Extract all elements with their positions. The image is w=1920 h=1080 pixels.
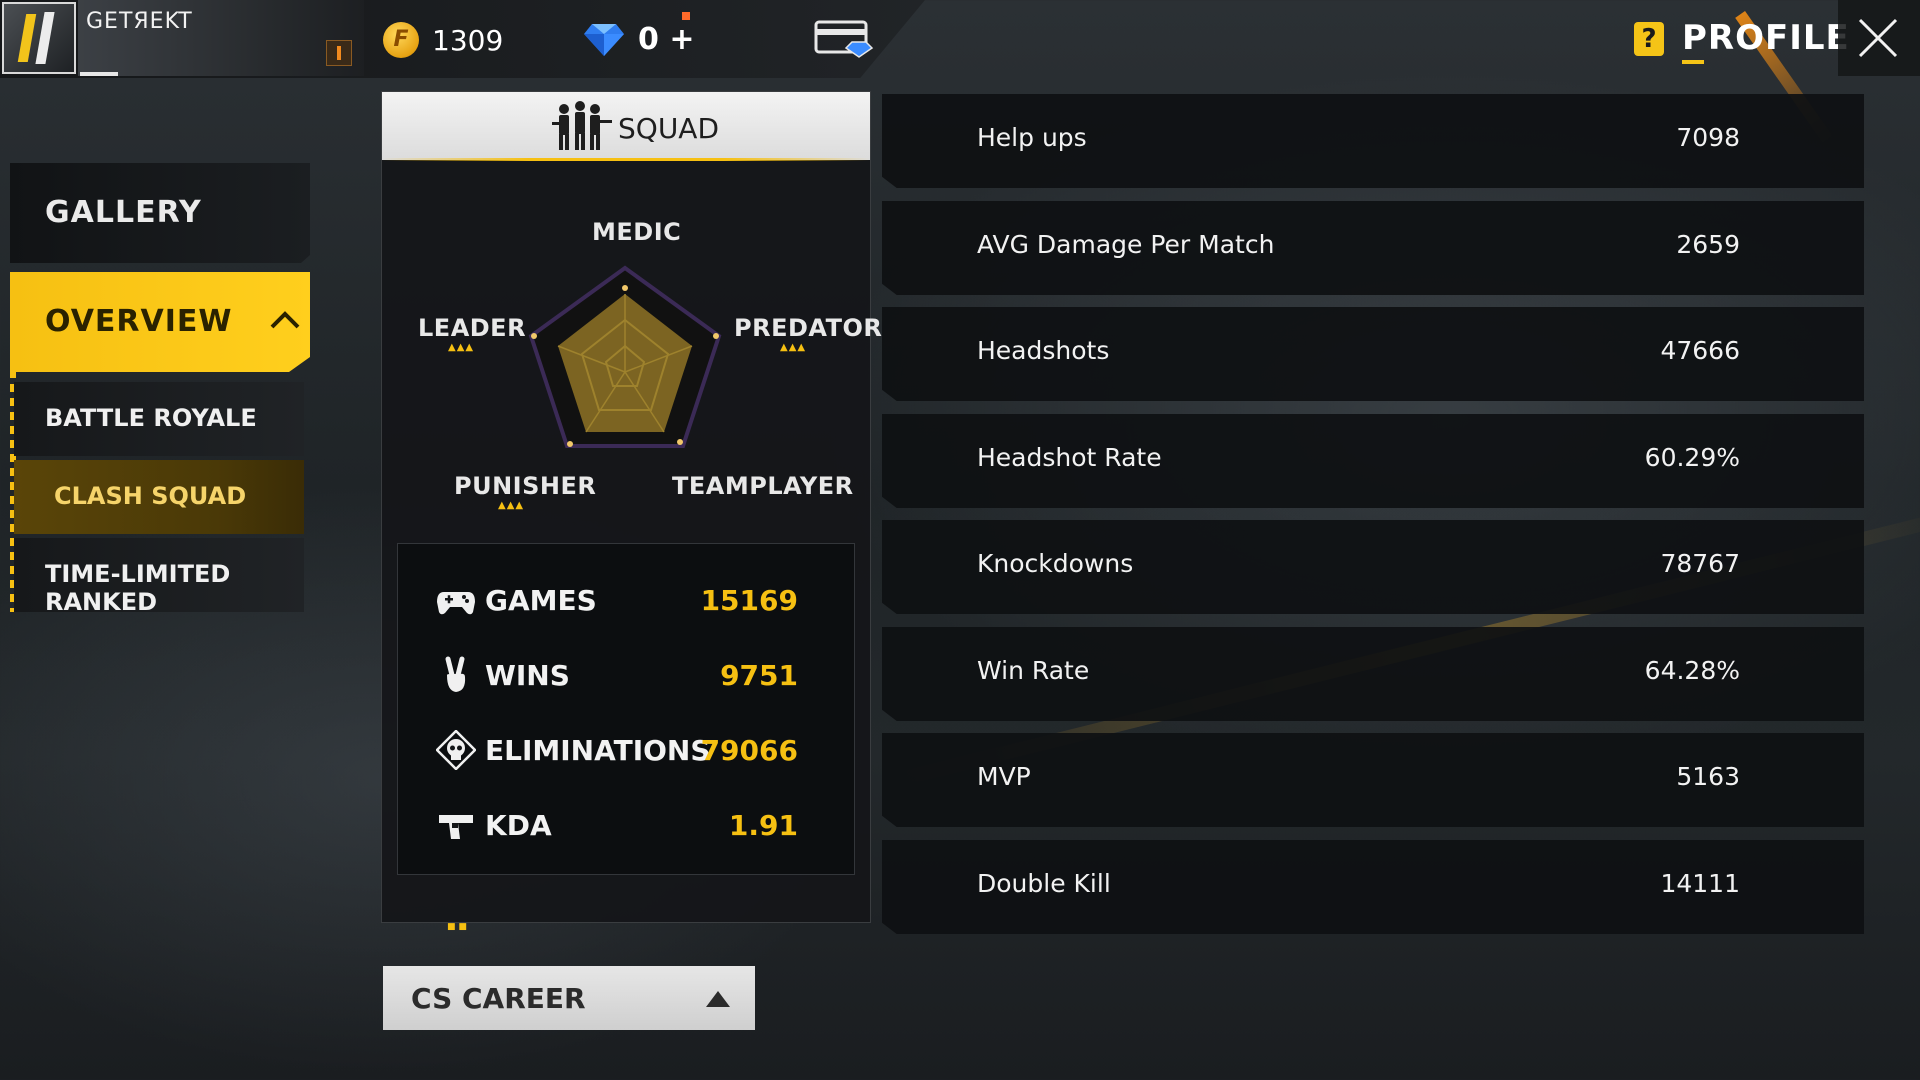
metric-value: 78767 bbox=[1660, 549, 1740, 578]
stat-label: ELIMINATIONS bbox=[485, 734, 711, 767]
stat-label: GAMES bbox=[485, 584, 597, 617]
metric-row-headshot-rate: Headshot Rate 60.29% bbox=[882, 414, 1864, 508]
metric-value: 7098 bbox=[1676, 123, 1740, 152]
stat-row-eliminations: ELIMINATIONS 79066 bbox=[398, 720, 854, 780]
gamepad-icon bbox=[437, 592, 475, 615]
metric-row-help-ups: Help ups 7098 bbox=[882, 94, 1864, 188]
metric-value: 47666 bbox=[1660, 336, 1740, 365]
metric-row-avg-damage: AVG Damage Per Match 2659 bbox=[882, 201, 1864, 295]
metric-row-win-rate: Win Rate 64.28% bbox=[882, 627, 1864, 721]
player-name: GETЯEKT bbox=[86, 9, 193, 34]
metric-row-knockdowns: Knockdowns 78767 bbox=[882, 520, 1864, 614]
tab-squad-underline bbox=[382, 158, 870, 161]
nav-battle-royale[interactable]: BATTLE ROYALE bbox=[14, 382, 304, 456]
gold-coin-icon: F bbox=[383, 22, 419, 58]
metric-value: 5163 bbox=[1676, 762, 1740, 791]
metric-label: Double Kill bbox=[977, 869, 1111, 898]
skull-icon bbox=[436, 730, 476, 770]
metric-label: Headshots bbox=[977, 336, 1110, 365]
nav-clash-squad[interactable]: CLASH SQUAD bbox=[14, 460, 304, 534]
panel-decoration-dots: ■ ■ bbox=[447, 922, 467, 932]
close-icon bbox=[1858, 18, 1898, 58]
nav-overview[interactable]: OVERVIEW bbox=[10, 272, 310, 372]
coin-balance: 1309 bbox=[432, 24, 504, 57]
metric-row-mvp: MVP 5163 bbox=[882, 733, 1864, 827]
role-teamplayer: TEAMPLAYER bbox=[672, 472, 854, 500]
metric-label: Win Rate bbox=[977, 656, 1090, 685]
stat-row-wins: WINS 9751 bbox=[398, 645, 854, 705]
help-icon[interactable]: ? bbox=[1634, 22, 1664, 56]
squad-icon bbox=[552, 101, 612, 150]
stat-label: KDA bbox=[485, 809, 552, 842]
diamond-balance[interactable]: 0 + bbox=[638, 22, 694, 57]
diamond-count: 0 bbox=[638, 22, 659, 57]
metric-value: 2659 bbox=[1676, 230, 1740, 259]
stat-row-kda: KDA 1.91 bbox=[398, 795, 854, 855]
nav-overview-label: OVERVIEW bbox=[45, 304, 233, 339]
role-punisher-rank-icon: ▲▲▲ bbox=[498, 500, 525, 511]
stat-label: WINS bbox=[485, 659, 570, 692]
caret-up-icon bbox=[706, 991, 730, 1007]
nav-gallery[interactable]: GALLERY bbox=[10, 163, 310, 263]
role-leader-rank-icon: ▲▲▲ bbox=[448, 342, 475, 353]
chevron-up-icon bbox=[270, 311, 300, 329]
metric-label: Help ups bbox=[977, 123, 1087, 152]
nav-gallery-label: GALLERY bbox=[45, 195, 202, 230]
nav-time-limited-ranked[interactable]: TIME-LIMITED RANKED bbox=[14, 538, 304, 616]
metric-label: Headshot Rate bbox=[977, 443, 1162, 472]
playstyle-radar-chart bbox=[528, 265, 722, 448]
role-punisher: PUNISHER bbox=[454, 472, 597, 500]
tab-squad-label: SQUAD bbox=[618, 112, 720, 145]
metric-label: Knockdowns bbox=[977, 549, 1134, 578]
membership-card-icon[interactable] bbox=[814, 20, 874, 58]
nav-clash-squad-label: CLASH SQUAD bbox=[54, 482, 247, 510]
metric-row-headshots: Headshots 47666 bbox=[882, 307, 1864, 401]
page-title: PROFILE bbox=[1682, 18, 1850, 58]
stat-value: 15169 bbox=[700, 584, 798, 617]
banner-progress-bar bbox=[80, 72, 118, 76]
metric-row-double-kill: Double Kill 14111 bbox=[882, 840, 1864, 934]
metric-value: 14111 bbox=[1660, 869, 1740, 898]
role-predator: PREDATOR bbox=[734, 314, 883, 342]
metric-value: 60.29% bbox=[1644, 443, 1740, 472]
stat-value: 79066 bbox=[700, 734, 798, 767]
avatar[interactable] bbox=[2, 2, 76, 74]
role-leader: LEADER bbox=[418, 314, 527, 342]
metric-label: MVP bbox=[977, 762, 1031, 791]
role-predator-rank-icon: ▲▲▲ bbox=[780, 342, 807, 353]
role-medic: MEDIC bbox=[592, 218, 682, 246]
victory-hand-icon bbox=[445, 656, 466, 692]
rank-badge-icon bbox=[326, 40, 352, 66]
metric-value: 64.28% bbox=[1644, 656, 1740, 685]
cs-career-button[interactable]: CS CAREER bbox=[383, 966, 755, 1030]
title-underline bbox=[1682, 60, 1704, 64]
add-diamonds-button[interactable]: + bbox=[669, 22, 694, 57]
close-button[interactable] bbox=[1838, 0, 1920, 76]
metric-label: AVG Damage Per Match bbox=[977, 230, 1275, 259]
nav-battle-royale-label: BATTLE ROYALE bbox=[45, 404, 257, 432]
notification-dot bbox=[682, 12, 690, 20]
stat-value: 1.91 bbox=[728, 809, 798, 842]
pistol-icon bbox=[439, 815, 473, 839]
stat-value: 9751 bbox=[720, 659, 798, 692]
cs-career-label: CS CAREER bbox=[411, 982, 586, 1015]
nav-time-limited-ranked-label: TIME-LIMITED RANKED bbox=[45, 560, 231, 616]
diamond-icon bbox=[584, 24, 624, 56]
stat-row-games: GAMES 15169 bbox=[398, 570, 854, 630]
